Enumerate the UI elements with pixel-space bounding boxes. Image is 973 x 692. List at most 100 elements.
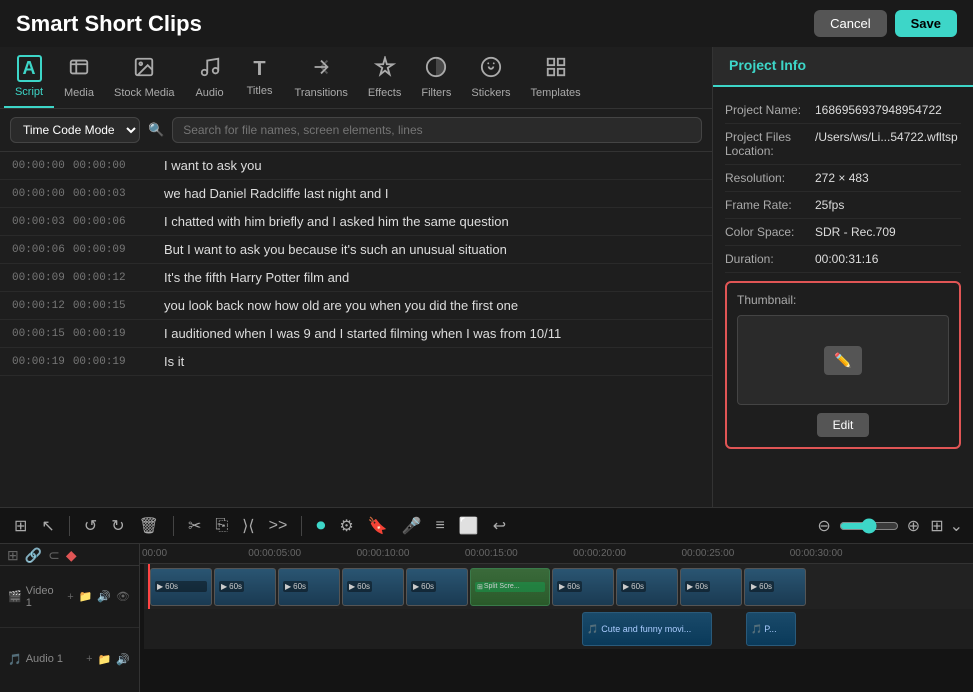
- script-content: 00:00:00 00:00:00 I want to ask you 00:0…: [0, 152, 712, 507]
- timeline-track-btn[interactable]: ≡: [432, 515, 449, 537]
- video-track-audio-btn[interactable]: 🔊: [96, 589, 112, 604]
- separator2: [173, 516, 174, 536]
- video-clip[interactable]: ▶60s: [278, 568, 340, 606]
- audio-track-icon: 🎵: [8, 653, 22, 666]
- video-track-eye-btn[interactable]: 👁: [115, 589, 131, 604]
- script-row[interactable]: 00:00:00 00:00:03 we had Daniel Radcliff…: [0, 180, 712, 208]
- timeline-mic-btn[interactable]: 🎤: [398, 514, 426, 538]
- time-code: 00:00:00 00:00:00: [12, 160, 152, 172]
- timeline-play-btn[interactable]: ⏺: [312, 513, 329, 538]
- list-view-btn[interactable]: ⌄: [950, 516, 963, 536]
- script-row[interactable]: 00:00:03 00:00:06 I chatted with him bri…: [0, 208, 712, 236]
- toolbar-label-stock-media: Stock Media: [114, 87, 175, 99]
- script-row[interactable]: 00:00:00 00:00:00 I want to ask you: [0, 152, 712, 180]
- audio-track-audio-btn[interactable]: 🔊: [115, 652, 131, 667]
- info-row: Resolution: 272 × 483: [725, 165, 961, 192]
- toolbar-item-filters[interactable]: Filters: [411, 48, 461, 107]
- script-row[interactable]: 00:00:12 00:00:15 you look back now how …: [0, 292, 712, 320]
- script-row[interactable]: 00:00:06 00:00:09 But I want to ask you …: [0, 236, 712, 264]
- timeline-push-btn[interactable]: ↩: [489, 514, 510, 538]
- add-track-btn[interactable]: ⊞: [6, 546, 20, 565]
- audio-track-folder-btn[interactable]: 📁: [97, 652, 113, 667]
- video-clip[interactable]: ▶60s: [406, 568, 468, 606]
- timeline-split2-btn[interactable]: ⟩⟨: [238, 514, 258, 538]
- time-code: 00:00:09 00:00:12: [12, 272, 152, 284]
- script-row[interactable]: 00:00:09 00:00:12 It's the fifth Harry P…: [0, 264, 712, 292]
- split-screen-clip[interactable]: ⊞Split Scre...: [470, 568, 550, 606]
- playhead: [148, 564, 150, 609]
- audio-clip-2[interactable]: 🎵 P...: [746, 612, 796, 646]
- video-track-folder-btn[interactable]: 📁: [78, 589, 94, 604]
- video-clip[interactable]: ▶60s: [616, 568, 678, 606]
- save-button[interactable]: Save: [895, 10, 957, 37]
- thumbnail-section: Thumbnail: ✏️ Edit: [725, 281, 961, 449]
- toolbar-item-audio[interactable]: Audio: [185, 48, 235, 107]
- titles-icon: T: [253, 58, 265, 81]
- edit-button[interactable]: Edit: [817, 413, 870, 437]
- timeline-captions-btn[interactable]: ⬜: [455, 514, 483, 538]
- timeline-delete-btn[interactable]: 🗑: [135, 514, 163, 538]
- time-code: 00:00:06 00:00:09: [12, 244, 152, 256]
- script-row[interactable]: 00:00:19 00:00:19 Is it: [0, 348, 712, 376]
- left-panel: A Script Media Stock Media Audio: [0, 47, 713, 507]
- toolbar-item-templates[interactable]: Templates: [520, 48, 590, 107]
- timeline-redo-btn[interactable]: ↻: [107, 514, 128, 538]
- track-link-btn[interactable]: 🔗: [24, 546, 43, 565]
- timeline-content: ⊞ 🔗 ⊂ ◆ 🎬 Video 1 + 📁 🔊 👁 🎵 Audio 1: [0, 544, 973, 692]
- time-code: 00:00:19 00:00:19: [12, 356, 152, 368]
- video-track: ▶60s ▶60s ▶60s: [144, 564, 973, 609]
- cancel-button[interactable]: Cancel: [814, 10, 886, 37]
- timeline-undo-btn[interactable]: ↺: [80, 514, 101, 538]
- info-row: Project Files Location: /Users/ws/Li...5…: [725, 124, 961, 165]
- zoom-controls: ⊖ ⊕: [813, 514, 924, 538]
- timeline-select-btn[interactable]: ↖: [37, 514, 58, 538]
- zoom-in-btn[interactable]: ⊕: [903, 514, 924, 538]
- timeline-marker-btn[interactable]: 🔖: [364, 514, 392, 538]
- thumbnail-edit-icon-button[interactable]: ✏️: [824, 346, 861, 375]
- toolbar-item-stock-media[interactable]: Stock Media: [104, 48, 185, 107]
- track-color-btn[interactable]: ◆: [65, 546, 78, 565]
- timeline-settings-btn[interactable]: ⚙: [335, 514, 357, 538]
- script-row[interactable]: 00:00:15 00:00:19 I auditioned when I wa…: [0, 320, 712, 348]
- audio-clip-1[interactable]: 🎵 Cute and funny movi...: [582, 612, 712, 646]
- video-clip[interactable]: ▶60s: [214, 568, 276, 606]
- thumbnail-box: ✏️: [737, 315, 949, 405]
- script-icon: A: [17, 55, 42, 82]
- zoom-slider[interactable]: [839, 518, 899, 534]
- ruler-mark-1: 00:00:05:00: [248, 548, 301, 559]
- audio-track-add-btn[interactable]: +: [85, 652, 93, 667]
- video-track-add-btn[interactable]: +: [66, 589, 74, 604]
- track-split-btn[interactable]: ⊂: [47, 546, 61, 565]
- zoom-out-btn[interactable]: ⊖: [813, 514, 834, 538]
- project-info-tab[interactable]: Project Info: [713, 47, 973, 87]
- toolbar-item-script[interactable]: A Script: [4, 47, 54, 108]
- toolbar-label-stickers: Stickers: [471, 87, 510, 99]
- ruler-mark-2: 00:00:10:00: [357, 548, 410, 559]
- script-line: I want to ask you: [164, 158, 700, 173]
- video-clip[interactable]: ▶60s: [680, 568, 742, 606]
- timeline-cut-btn[interactable]: ✂: [184, 514, 205, 538]
- info-value: 00:00:31:16: [815, 252, 961, 266]
- toolbar-item-effects[interactable]: Effects: [358, 48, 411, 107]
- mode-select[interactable]: Time Code Mode: [10, 117, 140, 143]
- toolbar-item-media[interactable]: Media: [54, 48, 104, 107]
- timeline-copy-btn[interactable]: ⎘: [211, 515, 232, 537]
- video-clip[interactable]: ▶60s: [150, 568, 212, 606]
- transitions-icon: [310, 56, 332, 83]
- timeline-split-btn[interactable]: ⊞: [10, 514, 31, 538]
- video-clip[interactable]: ▶60s: [744, 568, 806, 606]
- search-input[interactable]: [172, 117, 702, 143]
- video-clip[interactable]: ▶60s: [552, 568, 614, 606]
- grid-view-btn[interactable]: ⊞: [930, 516, 943, 536]
- toolbar-item-titles[interactable]: T Titles: [235, 50, 285, 105]
- video-clip[interactable]: ▶60s: [342, 568, 404, 606]
- media-icon: [68, 56, 90, 83]
- toolbar-item-stickers[interactable]: Stickers: [461, 48, 520, 107]
- script-line: we had Daniel Radcliffe last night and I: [164, 186, 700, 201]
- timeline-more-btn[interactable]: >>: [265, 515, 292, 537]
- timeline-ruler: 00:00 00:00:05:00 00:00:10:00 00:00:15:0…: [140, 544, 973, 564]
- audio-icon: [199, 56, 221, 83]
- toolbar-label-effects: Effects: [368, 87, 401, 99]
- toolbar-item-transitions[interactable]: Transitions: [285, 48, 358, 107]
- search-bar: Time Code Mode 🔍: [0, 109, 712, 152]
